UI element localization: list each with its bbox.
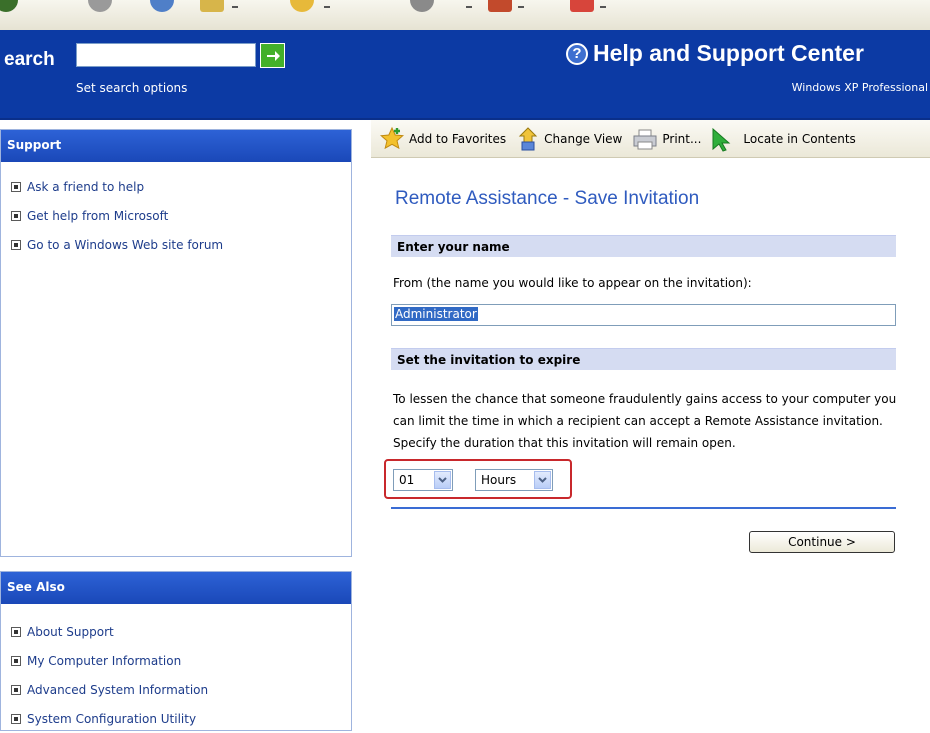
history-dropdown-icon[interactable] <box>466 6 472 8</box>
link-advanced-system-info[interactable]: Advanced System Information <box>1 675 351 704</box>
duration-unit-select[interactable]: Hours <box>475 469 553 491</box>
link-label: Advanced System Information <box>27 682 209 697</box>
search-label: earch <box>4 49 55 70</box>
search-input[interactable] <box>76 43 256 67</box>
content-toolbar: Add to Favorites Change View Print... Lo… <box>371 120 930 158</box>
help-question-icon: ? <box>566 42 588 65</box>
arrow-right-icon <box>266 50 280 61</box>
back-icon[interactable] <box>0 0 18 12</box>
page-title: Remote Assistance - Save Invitation <box>395 188 700 209</box>
bullet-icon <box>11 655 21 666</box>
bullet-icon <box>11 239 21 250</box>
support-dropdown-icon[interactable] <box>518 6 524 8</box>
edition-label: Windows XP Professional <box>791 81 928 94</box>
toolbar-label: Print... <box>662 131 702 146</box>
app-title-text: Help and Support Center <box>593 40 864 66</box>
duration-number-select[interactable]: 01 <box>393 469 453 491</box>
link-system-config-utility[interactable]: System Configuration Utility <box>1 704 351 733</box>
expire-description: To lessen the chance that someone fraudu… <box>393 392 897 450</box>
link-label: Get help from Microsoft <box>27 208 169 223</box>
print-button[interactable]: Print... <box>632 127 701 151</box>
locate-in-contents-button[interactable]: Locate in Contents <box>709 126 856 152</box>
bullet-icon <box>11 210 21 221</box>
continue-button[interactable]: Continue > <box>749 531 895 553</box>
search-go-button[interactable] <box>260 43 285 68</box>
toolbar-label: Change View <box>544 131 623 146</box>
locate-arrow-icon <box>712 127 731 152</box>
bullet-icon <box>11 713 21 724</box>
divider-rule <box>391 507 896 509</box>
link-about-support[interactable]: About Support <box>1 617 351 646</box>
support-pane-title: Support <box>1 130 351 162</box>
name-input[interactable]: Administrator <box>391 304 896 326</box>
link-my-computer-info[interactable]: My Computer Information <box>1 646 351 675</box>
section-enter-name: Enter your name <box>391 235 896 257</box>
favorites-star-icon[interactable] <box>290 0 314 12</box>
toolbar-label: Add to Favorites <box>409 131 507 146</box>
toolbar-label: Locate in Contents <box>743 131 856 146</box>
duration-number-value: 01 <box>399 473 415 487</box>
from-label: From (the name you would like to appear … <box>393 276 752 290</box>
bullet-icon <box>11 181 21 192</box>
add-to-favorites-button[interactable]: Add to Favorites <box>379 126 506 152</box>
support-pane: Support Ask a friend to help Get help fr… <box>0 129 352 557</box>
link-label: About Support <box>27 624 114 639</box>
home-icon[interactable] <box>150 0 174 12</box>
change-view-icon <box>518 126 538 150</box>
printer-icon <box>633 129 657 149</box>
bullet-icon <box>11 684 21 695</box>
top-toolbar-strip <box>0 0 930 31</box>
see-also-pane-title: See Also <box>1 572 351 604</box>
link-label: System Configuration Utility <box>27 711 197 726</box>
see-also-pane: See Also About Support My Computer Infor… <box>0 571 352 731</box>
index-icon[interactable] <box>200 0 224 12</box>
link-ask-a-friend[interactable]: Ask a friend to help <box>1 172 351 201</box>
link-label: Go to a Windows Web site forum <box>27 237 224 252</box>
name-input-value: Administrator <box>394 307 478 321</box>
options-dropdown-icon[interactable] <box>600 6 606 8</box>
options-icon[interactable] <box>570 0 594 12</box>
index-dropdown-icon[interactable] <box>232 6 238 8</box>
duration-unit-value: Hours <box>481 473 517 487</box>
set-search-options-link[interactable]: Set search options <box>76 81 187 95</box>
favorites-star-icon <box>379 126 405 149</box>
link-label: My Computer Information <box>27 653 182 668</box>
section-expire: Set the invitation to expire <box>391 348 896 370</box>
support-icon[interactable] <box>488 0 512 12</box>
forward-icon[interactable] <box>88 0 112 12</box>
bullet-icon <box>11 626 21 637</box>
history-icon[interactable] <box>410 0 434 12</box>
favorites-dropdown-icon[interactable] <box>324 6 330 8</box>
link-web-forum[interactable]: Go to a Windows Web site forum <box>1 230 351 259</box>
chevron-down-icon[interactable] <box>534 471 551 489</box>
chevron-down-icon[interactable] <box>434 471 451 489</box>
app-title: ? Help and Support Center <box>566 40 864 67</box>
link-microsoft-help[interactable]: Get help from Microsoft <box>1 201 351 230</box>
change-view-button[interactable]: Change View <box>516 126 622 152</box>
link-label: Ask a friend to help <box>27 179 145 194</box>
